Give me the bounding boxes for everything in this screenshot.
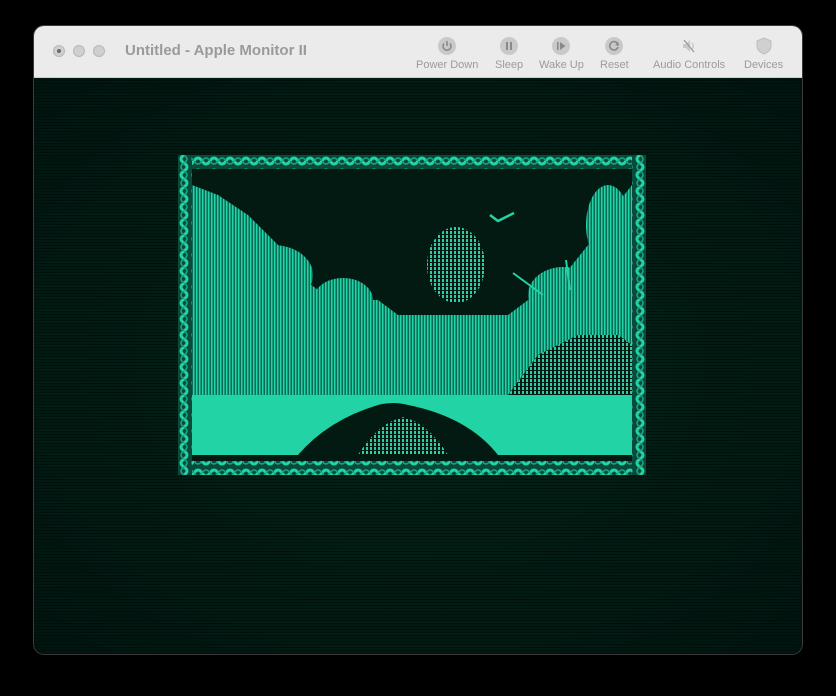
sleep-button[interactable]: Sleep [495,36,523,71]
devices-label: Devices [744,59,784,71]
hi-res-landscape-graphic [178,155,646,475]
wake-up-button[interactable]: Wake Up [539,36,584,71]
reset-icon [605,37,624,55]
minimize-button[interactable] [73,45,85,57]
shield-icon [756,37,772,55]
close-button[interactable] [53,45,65,57]
power-down-button[interactable]: Power Down [416,36,478,71]
title-bar: Untitled - Apple Monitor II Power Down S… [34,26,802,78]
audio-controls-button[interactable]: Audio Controls [653,36,725,71]
speaker-icon [683,39,695,53]
reset-button[interactable]: Reset [600,36,629,71]
zoom-button[interactable] [93,45,105,57]
reset-label: Reset [600,59,629,71]
audio-controls-label: Audio Controls [653,59,726,71]
play-icon [552,37,571,55]
monitor-screen[interactable] [34,78,802,654]
wake-up-label: Wake Up [539,59,584,71]
app-window: Untitled - Apple Monitor II Power Down S… [34,26,802,654]
devices-button[interactable]: Devices [744,36,783,71]
power-down-label: Power Down [416,59,479,71]
power-icon [438,37,457,55]
pause-icon [500,37,519,55]
window-title: Untitled - Apple Monitor II [125,42,307,59]
sleep-label: Sleep [495,59,524,71]
